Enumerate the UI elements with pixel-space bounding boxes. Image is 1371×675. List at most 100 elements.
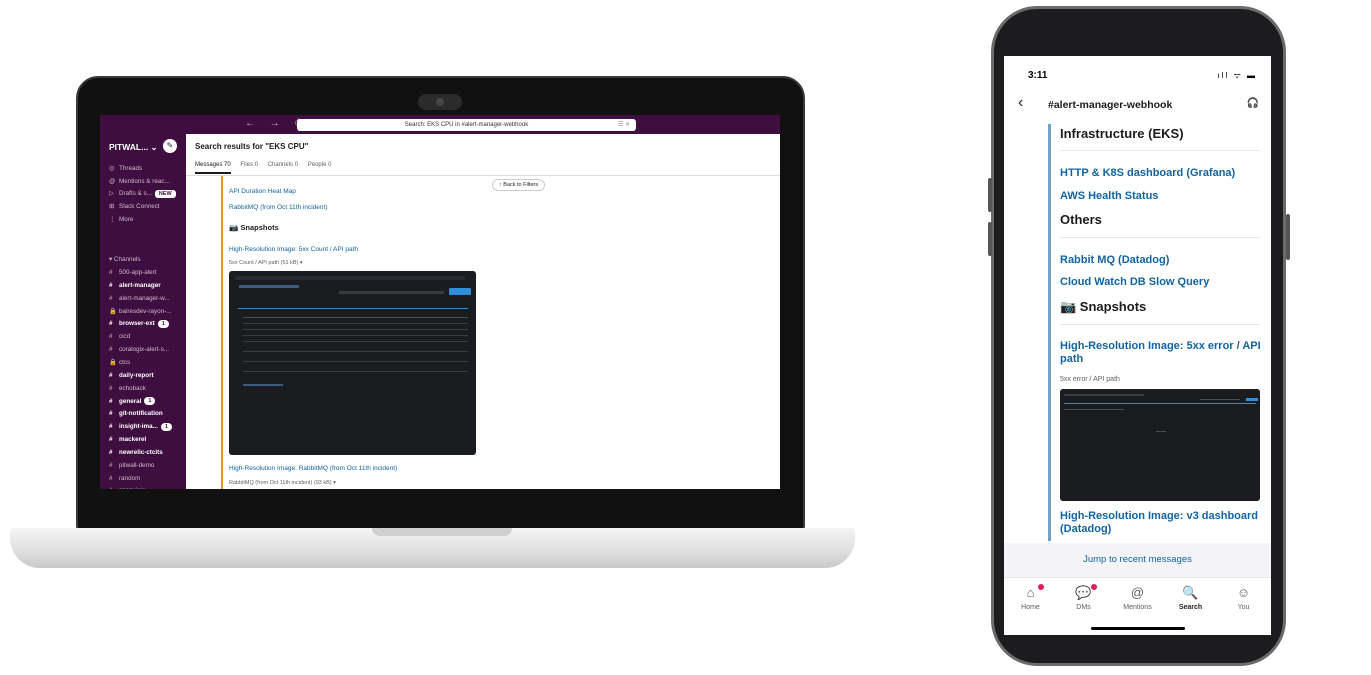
profile-icon: ☺ xyxy=(1236,585,1251,600)
hash-icon: # xyxy=(109,384,113,392)
home-indicator xyxy=(1091,627,1185,630)
rabbitmq-datadog-link[interactable]: Rabbit MQ (Datadog) xyxy=(1060,254,1169,266)
channel-label: browser-ext xyxy=(119,320,155,328)
sidebar-channel[interactable]: # alert-manager xyxy=(109,280,185,292)
snapshots-header: 📷 Snapshots xyxy=(1060,299,1147,314)
tab-people[interactable]: People 0 xyxy=(308,162,332,168)
compose-icon[interactable]: ✎ xyxy=(163,139,177,153)
image2-title-link[interactable]: High-Resolution Image: RabbitMQ (from Oc… xyxy=(229,465,397,472)
sidebar-item[interactable]: ⋮ More xyxy=(109,214,185,226)
tab-channels[interactable]: Channels 0 xyxy=(268,162,298,168)
page-title: Search results for "EKS CPU" xyxy=(195,142,309,151)
sidebar-channel[interactable]: #snapview xyxy=(109,485,185,489)
sidebar-channel[interactable]: 🔒 bairesdev-rayon-... xyxy=(109,306,185,318)
channel-title[interactable]: #alert-manager-webhook xyxy=(1048,99,1172,111)
hash-icon: # xyxy=(109,294,113,302)
image2-caption[interactable]: RabbitMQ (from Oct 11th incident) (93 kB… xyxy=(229,480,336,486)
sidebar-channel[interactable]: # browser-ext 1 xyxy=(109,318,185,330)
phone-power-button xyxy=(1286,214,1290,260)
lock-icon: 🔒 xyxy=(109,358,117,366)
hash-icon: # xyxy=(109,448,113,456)
hash-icon: # xyxy=(109,474,113,482)
search-results-pane: Search results for "EKS CPU" Messages 70… xyxy=(186,134,780,489)
section-divider xyxy=(1060,237,1260,238)
snapshot-image-5xx[interactable] xyxy=(1060,389,1260,501)
sidebar-channel[interactable]: # cicd xyxy=(109,331,185,343)
snapshot-image-5xx[interactable] xyxy=(229,271,476,455)
tab-mentions[interactable]: @ Mentions xyxy=(1111,584,1164,611)
rabbitmq-link[interactable]: RabbitMQ (from Oct 11th incident) xyxy=(229,204,328,211)
sidebar-item-label: Drafts & s... xyxy=(119,190,152,198)
image1-title-link[interactable]: High-Resolution Image: 5xx error / API p… xyxy=(1060,340,1264,366)
hash-icon: # xyxy=(109,436,113,444)
sidebar-item-label: Slack Connect xyxy=(119,203,160,211)
channel-label: bairesdev-rayon-... xyxy=(119,307,172,315)
channels-header[interactable]: ▾ Channels xyxy=(109,254,185,266)
tab-dms[interactable]: 💬 DMs xyxy=(1057,584,1110,611)
hash-icon: # xyxy=(109,461,113,469)
channel-label: alert-manager-w... xyxy=(119,294,170,302)
sidebar-item[interactable]: ▷ Drafts & s... NEW xyxy=(109,188,185,200)
tab-label: DMs xyxy=(1076,604,1091,611)
sidebar-item[interactable]: ◎ Threads xyxy=(109,163,185,175)
back-to-filters-button[interactable]: ↑ Back to Filters xyxy=(492,179,546,191)
image1-title-link[interactable]: High-Resolution Image: 5xx Count / API p… xyxy=(229,246,358,253)
sidebar-item-label: Mentions & reac... xyxy=(119,177,170,185)
phone-screen: 3:11 ıll ᯤ ▬ ‹ #alert-manager-webhook 🎧 … xyxy=(1004,56,1271,635)
tab-search[interactable]: 🔍 Search xyxy=(1164,584,1217,611)
cloudwatch-link[interactable]: Cloud Watch DB Slow Query xyxy=(1060,276,1209,288)
grafana-link[interactable]: HTTP & K8S dashboard (Grafana) xyxy=(1060,167,1235,179)
hash-icon: # xyxy=(109,333,113,341)
sidebar-channel[interactable]: 🔒 ctcs xyxy=(109,357,185,369)
sidebar-item[interactable]: @ Mentions & reac... xyxy=(109,176,185,188)
sidebar-channel[interactable]: #500-app-alert xyxy=(109,267,185,279)
sidebar-channel[interactable]: # newrelic-ctcits xyxy=(109,447,185,459)
status-time: 3:11 xyxy=(1028,70,1048,81)
workspace-name[interactable]: PITWAL... ⌄ xyxy=(109,142,158,153)
tabs-divider xyxy=(186,175,780,176)
sidebar-channel[interactable]: # daily-report xyxy=(109,370,185,382)
search-controls[interactable]: ☰ ✕ xyxy=(618,119,630,131)
api-heatmap-link[interactable]: API Duration Heat Map xyxy=(229,188,296,195)
unread-dot xyxy=(1038,584,1044,590)
image1-caption[interactable]: 5xx Count / API path (51 kB) ▾ xyxy=(229,260,303,266)
image2-title-link[interactable]: High-Resolution Image: v3 dashboard (Dat… xyxy=(1060,510,1264,536)
sidebar-item-icon: @ xyxy=(109,177,116,185)
sidebar-channel[interactable]: # insight-ima... 1 xyxy=(109,421,185,433)
search-icon: 🔍 xyxy=(1182,585,1199,600)
sidebar-channel[interactable]: # mackerel xyxy=(109,434,185,446)
unread-badge: 1 xyxy=(144,396,156,405)
headphones-icon[interactable]: 🎧 xyxy=(1247,98,1259,109)
back-icon[interactable]: ‹ xyxy=(1018,94,1023,112)
search-query: Search: EKS CPU in #alert-manager-webhoo… xyxy=(404,122,529,128)
sidebar-channel[interactable]: # random xyxy=(109,473,185,485)
sidebar-channel[interactable]: # general 1 xyxy=(109,396,185,408)
tab-files[interactable]: Files 0 xyxy=(240,162,258,168)
sidebar-channel[interactable]: # echoback xyxy=(109,383,185,395)
message-accent-bar xyxy=(221,176,223,489)
hash-icon: # xyxy=(109,281,113,289)
jump-to-recent-button[interactable]: Jump to recent messages xyxy=(1004,543,1271,577)
hash-icon: # xyxy=(109,410,113,418)
sidebar-channel[interactable]: # git-notification xyxy=(109,408,185,420)
laptop-notch xyxy=(372,528,512,536)
tab-label: Search xyxy=(1178,604,1203,611)
sidebar-channel[interactable]: # pitwall-demo xyxy=(109,460,185,472)
hash-icon: # xyxy=(109,485,119,489)
tab-messages[interactable]: Messages 70 xyxy=(195,162,231,174)
sidebar-item[interactable]: ⊞ Slack Connect xyxy=(109,201,185,213)
tab-you[interactable]: ☺ You xyxy=(1217,584,1270,611)
channel-label: 500-app-alert xyxy=(119,269,157,276)
image1-caption: 5xx error / API path xyxy=(1060,376,1120,383)
search-input[interactable]: Search: EKS CPU in #alert-manager-webhoo… xyxy=(297,119,636,131)
tab-home[interactable]: ⌂ Home xyxy=(1004,584,1057,611)
channel-label: general xyxy=(119,397,142,405)
tab-label: You xyxy=(1237,604,1250,611)
sidebar-channel[interactable]: # coralogix-alert-s... xyxy=(109,344,185,356)
sidebar-item-icon: ⊞ xyxy=(109,203,115,211)
lock-icon: 🔒 xyxy=(109,307,117,315)
channel-label: random xyxy=(119,474,141,482)
sidebar-channel[interactable]: # alert-manager-w... xyxy=(109,293,185,305)
channel-label: daily-report xyxy=(119,371,154,379)
aws-health-link[interactable]: AWS Health Status xyxy=(1060,190,1158,202)
